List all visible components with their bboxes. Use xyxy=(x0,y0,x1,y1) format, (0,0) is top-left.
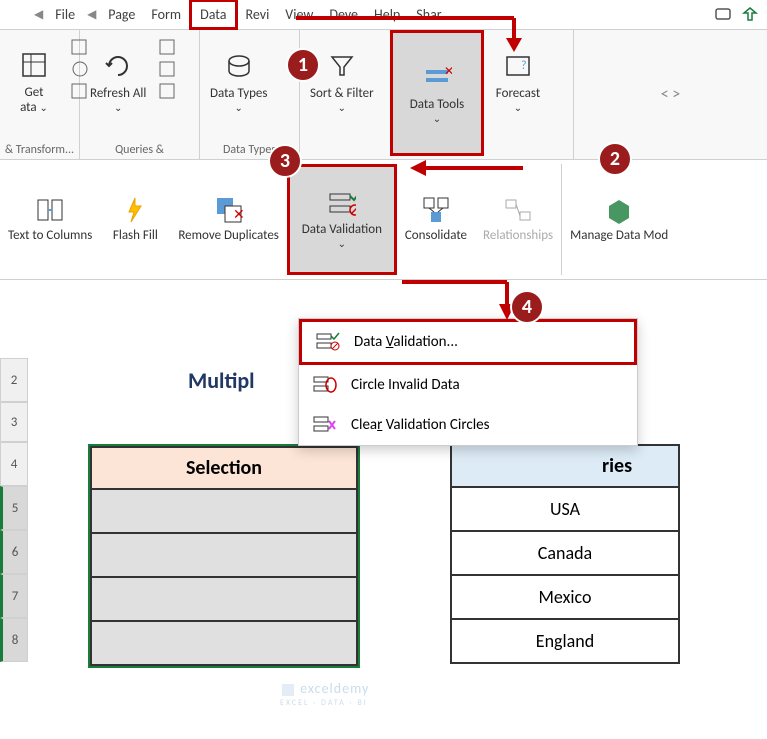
country-cell[interactable]: England xyxy=(450,620,680,664)
consolidate-icon xyxy=(422,196,450,224)
row-header[interactable]: 6 xyxy=(0,530,28,574)
watermark: exceldemy EXCEL · DATA · BI xyxy=(280,680,369,708)
data-validation-dropdown: Data Validation... Circle Invalid Data C… xyxy=(298,318,638,446)
forecast-label: Forecast xyxy=(496,86,540,101)
svg-text:✕: ✕ xyxy=(233,206,243,223)
selection-cell[interactable] xyxy=(90,622,358,666)
relationships-label: Relationships xyxy=(483,228,553,243)
menu-item-label: Circle Invalid Data xyxy=(351,376,460,394)
tab-nav-left[interactable]: ◀ xyxy=(30,7,47,22)
selection-cell[interactable] xyxy=(90,534,358,578)
remove-duplicates-label: Remove Duplicates xyxy=(178,228,279,243)
ribbon-nav-right[interactable]: < > xyxy=(574,30,767,159)
tab-review[interactable]: Revi xyxy=(238,2,278,27)
data-tools-label: Data Tools xyxy=(410,97,464,112)
svg-text:✕: ✕ xyxy=(444,65,452,79)
data-validation-button[interactable]: Data Validation ⌄ xyxy=(287,164,397,275)
menu-clear-circles[interactable]: Clear Validation Circles xyxy=(299,405,637,445)
sort-filter-label: Sort & Filter xyxy=(310,86,374,101)
refresh-all-button[interactable]: Refresh All ⌄ xyxy=(84,34,152,130)
queries-icon[interactable] xyxy=(158,38,178,56)
tab-file[interactable]: File xyxy=(47,2,83,27)
row-headers: 2 3 4 5 6 7 8 xyxy=(0,358,28,662)
data-validation-icon xyxy=(316,332,340,352)
selection-header: Selection xyxy=(90,446,358,490)
selection-cell[interactable] xyxy=(90,578,358,622)
data-types-icon xyxy=(223,50,255,82)
queries-group-label: Queries & xyxy=(84,143,195,157)
share-button-icon[interactable] xyxy=(741,6,759,24)
data-tools-expanded: Text to Columns Flash Fill ✕ Remove Dupl… xyxy=(0,160,767,280)
relationships-button: Relationships xyxy=(475,164,561,275)
row-header[interactable]: 4 xyxy=(0,442,28,486)
annotation-arrow xyxy=(296,14,526,64)
manage-data-model-label: Manage Data Mod xyxy=(570,228,668,243)
data-types-button[interactable]: Data Types ⌄ xyxy=(204,34,273,130)
properties-icon[interactable] xyxy=(158,60,178,78)
row-header[interactable]: 7 xyxy=(0,574,28,618)
countries-table: ries USA Canada Mexico England xyxy=(450,444,680,668)
chevron-down-icon: ⌄ xyxy=(433,112,441,125)
annotation-badge-2: 2 xyxy=(598,142,632,176)
data-tools-icon: ✕ xyxy=(421,61,453,93)
remove-duplicates-icon: ✕ xyxy=(215,196,243,224)
selection-cell[interactable] xyxy=(90,490,358,534)
manage-data-model-button[interactable]: Manage Data Mod xyxy=(562,164,676,275)
tab-formulas[interactable]: Form xyxy=(143,2,189,27)
annotation-arrow xyxy=(408,160,528,180)
flash-fill-label: Flash Fill xyxy=(113,228,158,243)
row-header[interactable]: 5 xyxy=(0,486,28,530)
tab-page[interactable]: Page xyxy=(100,2,143,27)
country-cell[interactable]: USA xyxy=(450,488,680,532)
data-types-label: Data Types xyxy=(210,86,267,101)
circle-invalid-icon xyxy=(313,375,337,395)
text-to-columns-button[interactable]: Text to Columns xyxy=(0,164,100,275)
text-to-columns-label: Text to Columns xyxy=(8,228,92,243)
row-header[interactable]: 2 xyxy=(0,358,28,402)
chevron-down-icon: ⌄ xyxy=(235,101,243,114)
annotation-badge-4: 4 xyxy=(510,290,544,324)
remove-duplicates-button[interactable]: ✕ Remove Duplicates xyxy=(170,164,287,275)
row-header[interactable]: 8 xyxy=(0,618,28,662)
edit-links-icon[interactable] xyxy=(158,82,178,100)
annotation-badge-3: 3 xyxy=(268,144,302,178)
chevron-down-icon: ⌄ xyxy=(338,237,346,250)
clear-circles-icon xyxy=(313,415,337,435)
data-validation-label: Data Validation xyxy=(302,222,382,237)
comments-icon[interactable] xyxy=(715,7,731,23)
text-to-columns-icon xyxy=(36,196,64,224)
tab-nav[interactable]: ◀ xyxy=(83,7,100,22)
refresh-icon xyxy=(102,50,134,82)
menu-item-label: Clear Validation Circles xyxy=(351,416,490,434)
refresh-all-label: Refresh All xyxy=(90,86,146,101)
country-cell[interactable]: Canada xyxy=(450,532,680,576)
menu-circle-invalid[interactable]: Circle Invalid Data xyxy=(299,365,637,405)
annotation-badge-1: 1 xyxy=(286,48,320,82)
data-validation-icon xyxy=(328,190,356,218)
flash-fill-button[interactable]: Flash Fill xyxy=(100,164,170,275)
chevron-down-icon: ⌄ xyxy=(338,101,346,114)
chevron-down-icon: ⌄ xyxy=(114,101,122,114)
get-data-label: Getata ⌄ xyxy=(20,85,48,115)
countries-header: ries xyxy=(450,444,680,488)
get-transform-group-label: & Transform... xyxy=(4,143,75,157)
relationships-icon xyxy=(504,196,532,224)
annotation-arrow xyxy=(402,278,522,328)
country-cell[interactable]: Mexico xyxy=(450,576,680,620)
data-model-icon xyxy=(605,196,633,224)
selection-table[interactable]: Selection xyxy=(88,444,360,668)
chevron-down-icon: ⌄ xyxy=(514,101,522,114)
get-data-icon xyxy=(18,49,50,81)
get-data-button[interactable]: Getata ⌄ xyxy=(4,34,64,130)
flash-fill-icon xyxy=(121,196,149,224)
menu-item-label: Data Validation... xyxy=(354,333,458,351)
tab-data[interactable]: Data xyxy=(189,0,237,30)
consolidate-button[interactable]: Consolidate xyxy=(397,164,475,275)
row-header[interactable]: 3 xyxy=(0,402,28,442)
consolidate-label: Consolidate xyxy=(405,228,467,243)
